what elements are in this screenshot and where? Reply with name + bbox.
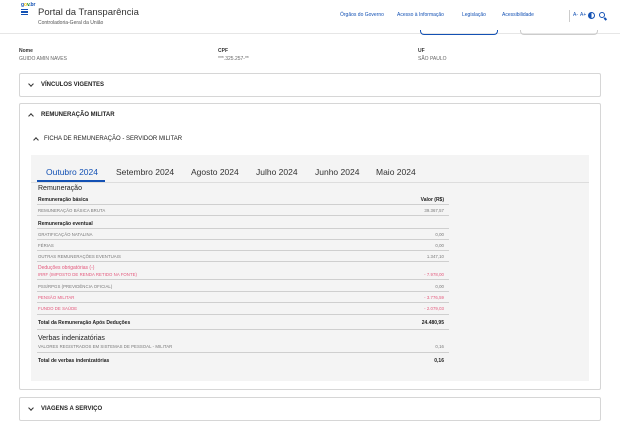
- header-button-primary[interactable]: [420, 30, 498, 35]
- verbas-label: VALORES REGISTRADOS EM SISTEMAS DE PESSO…: [38, 344, 173, 349]
- basica-bruta-label: REMUNERAÇÃO BÁSICA BRUTA: [38, 208, 106, 213]
- fundo-label: FUNDO DE SAÚDE: [38, 306, 78, 311]
- nav-orgaos-governo[interactable]: Órgãos do Governo: [340, 12, 384, 18]
- panel-vinculos-vigentes[interactable]: VÍNCULOS VIGENTES: [19, 73, 601, 97]
- ficha-remuneracao-title[interactable]: FICHA DE REMUNERAÇÃO - SERVIDOR MILITAR: [44, 136, 182, 142]
- irrf-value: - 7.978,00: [424, 272, 444, 277]
- chevron-up-icon[interactable]: [28, 113, 34, 119]
- uf-label: UF: [418, 48, 425, 54]
- pensao-label: PENSÃO MILITAR: [38, 295, 75, 300]
- remuneracao-basica-label: Remuneração básica: [38, 197, 89, 203]
- gratificacao-value: 0,00: [435, 232, 444, 237]
- panel-title-vinculos: VÍNCULOS VIGENTES: [41, 82, 105, 88]
- accessibility-tools: A- A+: [569, 10, 609, 22]
- tab-agosto-2024[interactable]: Agosto 2024: [191, 167, 239, 177]
- remuneracao-heading: Remuneração: [38, 185, 82, 192]
- nav-acessibilidade[interactable]: Acessibilidade: [502, 12, 534, 18]
- chevron-down-icon: [28, 81, 34, 87]
- gov-br-logo[interactable]: gov.br: [21, 2, 35, 8]
- fundo-value: - 2.079,03: [424, 306, 444, 311]
- top-navigation: Órgãos do Governo Acesso à Informação Le…: [340, 12, 568, 22]
- outras-value: 1.347,10: [426, 254, 444, 259]
- tab-julho-2024[interactable]: Julho 2024: [256, 167, 298, 177]
- search-icon[interactable]: [599, 12, 605, 18]
- site-subtitle: Controladoria-Geral da União: [38, 20, 104, 26]
- contrast-icon[interactable]: [588, 12, 595, 19]
- tab-divider: [31, 182, 589, 183]
- cpf-label: CPF: [218, 48, 228, 54]
- panel-viagens-servico[interactable]: VIAGENS A SERVIÇO: [19, 397, 601, 421]
- font-increase-button[interactable]: A+: [580, 12, 586, 18]
- divider: [37, 279, 449, 280]
- divider: [37, 228, 449, 229]
- divider: [37, 302, 449, 303]
- gratificacao-label: GRATIFICAÇÃO NATALINA: [38, 232, 93, 237]
- nav-legislacao[interactable]: Legislação: [462, 12, 486, 18]
- valor-header: Valor (R$): [420, 197, 444, 203]
- divider: [37, 204, 449, 205]
- header-button-secondary[interactable]: [520, 30, 598, 35]
- pss-value: 0,00: [435, 284, 444, 289]
- deducoes-label: Deduções obrigatórias (-): [38, 265, 95, 271]
- menu-icon[interactable]: [21, 9, 28, 16]
- nome-value: GUIDO AMIN NAVES: [19, 56, 67, 62]
- divider: [37, 250, 449, 251]
- verbas-value: 0,16: [435, 344, 444, 349]
- panel-title-viagens: VIAGENS A SERVIÇO: [41, 406, 103, 412]
- tab-maio-2024[interactable]: Maio 2024: [376, 167, 416, 177]
- basica-bruta-value: 39.367,57: [424, 208, 444, 213]
- outras-label: OUTRAS REMUNERAÇÕES EVENTUAIS: [38, 254, 121, 259]
- divider: [37, 314, 449, 315]
- ferias-value: 0,00: [435, 243, 444, 248]
- site-header: gov.br Portal da Transparência Controlad…: [0, 0, 620, 34]
- divider: [37, 215, 449, 216]
- nav-acesso-informacao[interactable]: Acesso à Informação: [397, 12, 444, 18]
- divider: [37, 291, 449, 292]
- divider: [37, 261, 449, 262]
- total-value: 24.480,95: [421, 320, 444, 326]
- tab-setembro-2024[interactable]: Setembro 2024: [116, 167, 174, 177]
- pensao-value: - 3.776,59: [424, 295, 444, 300]
- total-label: Total da Remuneração Após Deduções: [38, 320, 131, 326]
- divider: [37, 329, 449, 330]
- uf-value: SÃO PAULO: [418, 56, 447, 62]
- site-title[interactable]: Portal da Transparência: [38, 7, 139, 18]
- nome-label: Nome: [19, 48, 33, 54]
- cpf-value: ***.325.257-**: [218, 56, 249, 62]
- irrf-label: IRRF (IMPOSTO DE RENDA RETIDO NA FONTE): [38, 272, 138, 277]
- ferias-label: FÉRIAS: [38, 243, 54, 248]
- divider: [37, 239, 449, 240]
- tab-junho-2024[interactable]: Junho 2024: [315, 167, 359, 177]
- font-decrease-button[interactable]: A-: [573, 12, 578, 18]
- tab-outubro-2024[interactable]: Outubro 2024: [46, 167, 98, 177]
- verbas-heading: Verbas indenizatórias: [38, 335, 105, 342]
- panel-title-remuneracao[interactable]: REMUNERAÇÃO MILITAR: [41, 112, 115, 118]
- divider: [37, 352, 449, 353]
- pss-label: PSS/RPGS (PREVIDÊNCIA OFICIAL): [38, 284, 113, 289]
- remuneracao-eventual-label: Remuneração eventual: [38, 221, 93, 227]
- chevron-down-icon: [28, 405, 34, 411]
- total-verbas-value: 0,16: [434, 358, 444, 364]
- total-verbas-label: Total de verbas indenizatórias: [38, 358, 110, 364]
